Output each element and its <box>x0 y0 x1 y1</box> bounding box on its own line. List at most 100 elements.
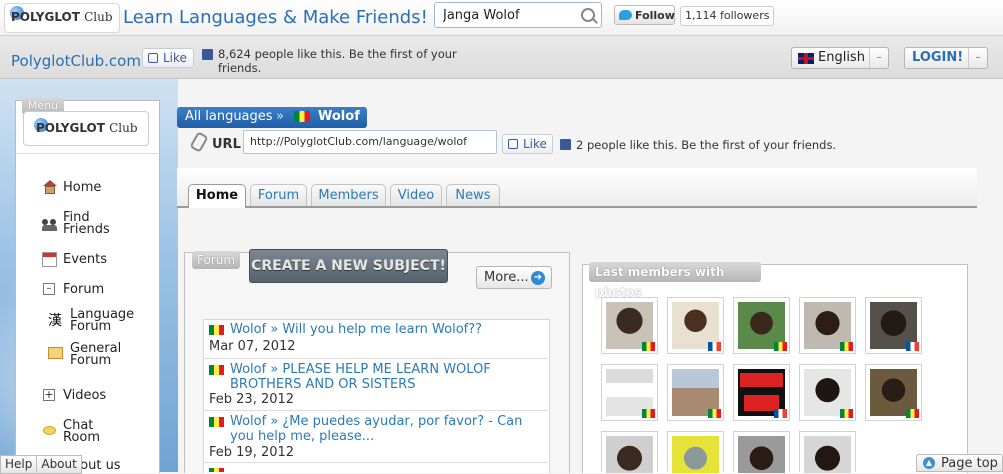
sidebar-item-chat-room[interactable]: Chat Room <box>42 419 152 447</box>
sidebar-item-home[interactable]: Home <box>42 180 152 196</box>
member-photo[interactable] <box>865 297 922 354</box>
home-icon <box>42 180 58 194</box>
member-photo[interactable] <box>667 297 724 354</box>
more-label: More... <box>484 270 529 285</box>
help-button[interactable]: Help <box>1 456 36 472</box>
member-photo[interactable] <box>799 297 856 354</box>
page-top-button[interactable]: ▲ Page top <box>916 454 1003 472</box>
sidebar-item-general-forum[interactable]: General Forum <box>48 342 152 370</box>
member-photo[interactable] <box>601 431 658 473</box>
logo-text: POLYGLOT <box>11 10 80 24</box>
friends-icon <box>42 219 57 231</box>
member-photo[interactable] <box>667 364 724 421</box>
language-label: English <box>818 50 865 65</box>
tab-forum[interactable]: Forum <box>250 184 307 206</box>
member-photo[interactable] <box>667 431 724 473</box>
sidebar-item-label: Videos <box>63 388 107 403</box>
members-panel-tab: Last members with photos <box>589 262 761 299</box>
menu-logo-text: POLYGLOT <box>36 121 105 135</box>
member-photo[interactable] <box>601 297 658 354</box>
member-photo[interactable] <box>733 364 790 421</box>
senegal-flag-icon <box>840 409 853 418</box>
followers-count: 1,114 followers <box>680 6 775 26</box>
forum-panel-tab: Forum <box>192 251 240 269</box>
dropdown-arrow-icon[interactable]: – <box>968 48 987 68</box>
create-subject-button[interactable]: CREATE A NEW SUBJECT! <box>249 249 448 283</box>
twitter-follow-button[interactable]: Follow <box>614 5 675 25</box>
member-photo[interactable] <box>799 364 856 421</box>
post-date: Feb 23, 2012 <box>209 392 295 407</box>
france-flag-icon <box>774 409 787 418</box>
facebook-like-button[interactable]: Like <box>502 134 553 154</box>
list-item[interactable]: Wolof » PLEASE HELP ME LEARN WOLOF BROTH… <box>203 359 548 411</box>
arrow-right-icon: ➜ <box>531 271 545 285</box>
senegal-flag-icon <box>294 111 310 122</box>
member-avatar <box>672 436 719 473</box>
post-title-link[interactable]: Wolof » PLEASE HELP ME LEARN WOLOF BROTH… <box>230 362 540 392</box>
collapse-icon[interactable]: – <box>43 283 55 295</box>
sidebar-item-find-friends[interactable]: Find Friends <box>42 211 152 241</box>
sidebar-item-videos[interactable]: + Videos <box>42 388 152 404</box>
member-photo[interactable] <box>865 364 922 421</box>
dropdown-arrow-icon[interactable]: – <box>869 48 888 68</box>
breadcrumb-all-languages[interactable]: All languages <box>185 109 273 124</box>
sidebar-item-label: General Forum <box>70 341 122 368</box>
sidebar-item-label: Chat Room <box>63 418 101 445</box>
sidebar-item-forum[interactable]: – Forum <box>42 282 152 298</box>
list-item[interactable] <box>203 463 548 472</box>
paperclip-icon <box>189 131 209 153</box>
login-label: LOGIN! <box>912 50 964 65</box>
arrow-up-icon: ▲ <box>923 457 935 469</box>
tab-video[interactable]: Video <box>390 184 442 206</box>
senegal-flag-icon <box>642 409 655 418</box>
like-label: Like <box>163 51 187 65</box>
breadcrumb-current: Wolof <box>318 109 360 124</box>
sidebar-item-events[interactable]: Events <box>42 252 152 268</box>
menu-logo-club: Club <box>109 121 138 135</box>
logo-club-text: Club <box>84 10 113 24</box>
search-box[interactable] <box>434 2 602 28</box>
facebook-like-button[interactable]: Like <box>142 48 194 68</box>
breadcrumb-separator: » <box>276 109 284 124</box>
facebook-icon <box>560 139 571 150</box>
menu-logo[interactable]: POLYGLOT Club <box>23 111 149 146</box>
sidebar-item-label: Language Forum <box>70 307 135 334</box>
member-photo[interactable] <box>799 431 856 473</box>
member-photo[interactable] <box>733 297 790 354</box>
senegal-flag-icon <box>642 342 655 351</box>
more-button[interactable]: More... ➜ <box>476 266 552 289</box>
chat-bubble-icon <box>43 426 56 435</box>
sidebar-item-label: Events <box>63 252 108 267</box>
sidebar-item-label: Home <box>63 180 102 195</box>
post-date: Feb 19, 2012 <box>209 445 295 460</box>
list-item[interactable]: Wolof » ¿Me puedes ayudar, por favor? - … <box>203 411 548 463</box>
search-icon[interactable] <box>581 8 595 22</box>
expand-icon[interactable]: + <box>43 389 55 401</box>
senegal-flag-icon <box>840 342 853 351</box>
member-photo[interactable] <box>601 364 658 421</box>
kanji-icon: 漢 <box>48 313 62 329</box>
language-selector[interactable]: English – <box>791 47 889 69</box>
post-title-link[interactable]: Wolof » ¿Me puedes ayudar, por favor? - … <box>230 414 540 444</box>
member-avatar <box>606 436 653 473</box>
tab-members[interactable]: Members <box>311 184 386 206</box>
search-input[interactable] <box>441 7 575 24</box>
site-logo[interactable]: POLYGLOT Club <box>4 3 120 33</box>
forum-icon <box>48 347 63 359</box>
url-field[interactable]: http://PolyglotClub.com/language/wolof <box>243 130 497 154</box>
list-item[interactable]: Wolof » Will you help me learn Wolof?? M… <box>203 319 548 359</box>
tab-home[interactable]: Home <box>188 184 246 208</box>
login-button[interactable]: LOGIN! – <box>904 47 988 69</box>
sidebar-item-label: Find Friends <box>63 210 110 237</box>
senegal-flag-icon <box>209 325 224 335</box>
member-photo[interactable] <box>733 431 790 473</box>
member-avatar <box>804 436 851 473</box>
sidebar-item-label: Forum <box>63 282 105 297</box>
about-button[interactable]: About <box>37 456 80 472</box>
tab-news[interactable]: News <box>446 184 500 206</box>
post-title-link[interactable]: Wolof » Will you help me learn Wolof?? <box>230 322 540 337</box>
sidebar-item-language-forum[interactable]: 漢 Language Forum <box>48 308 152 336</box>
twitter-bird-icon <box>619 10 632 20</box>
site-name-link[interactable]: PolyglotClub.com <box>11 52 141 70</box>
senegal-flag-icon <box>708 409 721 418</box>
